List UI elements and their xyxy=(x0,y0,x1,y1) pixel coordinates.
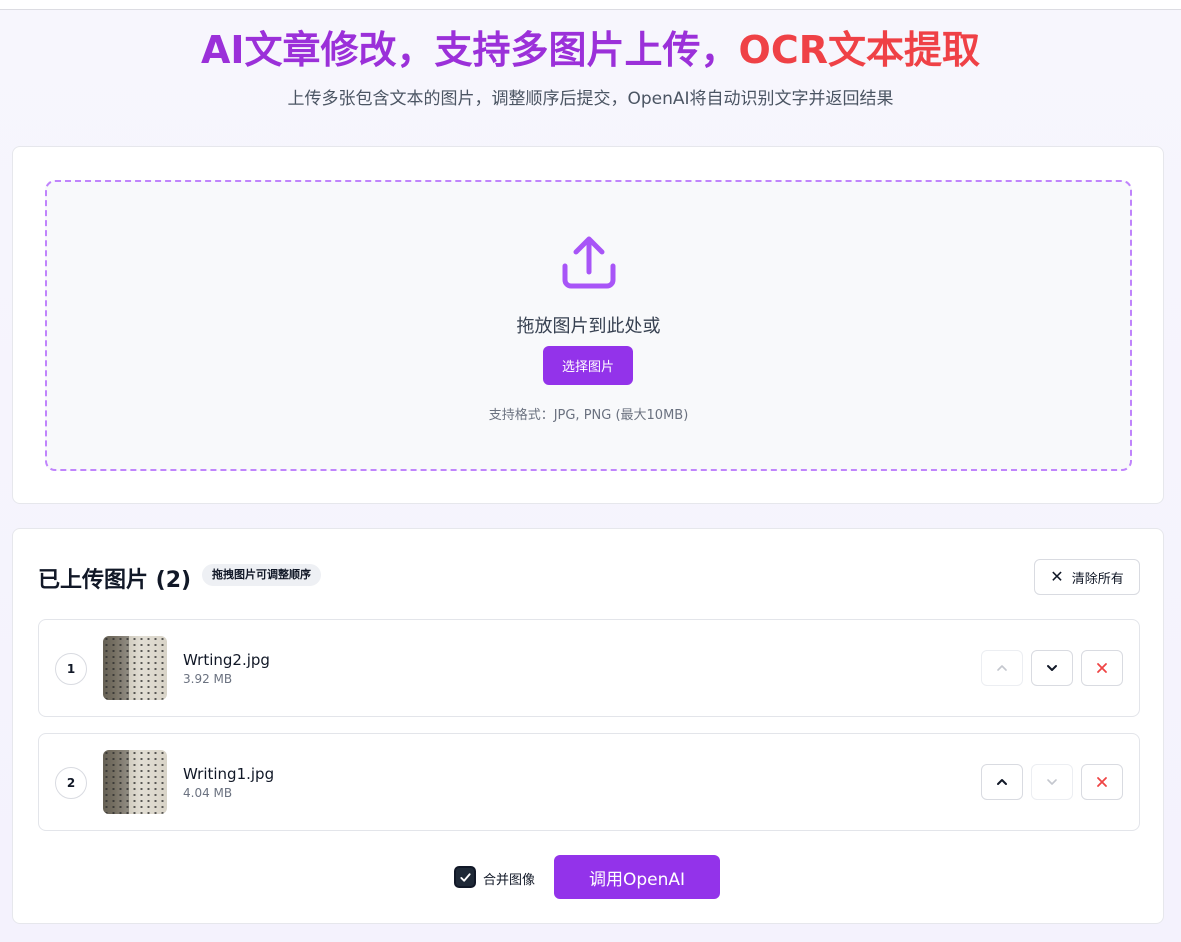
upload-card: 拖放图片到此处或 选择图片 支持格式：JPG, PNG (最大10MB) xyxy=(12,146,1164,504)
move-down-button[interactable] xyxy=(1031,650,1073,686)
chevron-up-icon xyxy=(997,779,1007,785)
browser-top-edge xyxy=(0,0,1181,10)
delete-button[interactable] xyxy=(1081,764,1123,800)
supported-formats-text: 支持格式：JPG, PNG (最大10MB) xyxy=(488,408,689,423)
choose-image-button[interactable]: 选择图片 xyxy=(543,346,633,385)
chevron-down-icon xyxy=(1047,779,1057,785)
image-thumbnail xyxy=(103,750,167,814)
checkmark-icon xyxy=(459,872,471,882)
file-name: Writing1.jpg xyxy=(183,765,275,783)
move-up-button[interactable] xyxy=(981,764,1023,800)
page-title-ocr: OCR文本提取 xyxy=(738,28,980,72)
chevron-up-icon xyxy=(997,665,1007,671)
delete-button[interactable] xyxy=(1081,650,1123,686)
chevron-down-icon xyxy=(1047,665,1057,671)
file-name: Wrting2.jpg xyxy=(183,651,270,669)
uploaded-images-card: 已上传图片 (2) 拖拽图片可调整顺序 ✕ 清除所有 1 Wrting2.jpg… xyxy=(12,528,1164,924)
move-up-button[interactable] xyxy=(981,650,1023,686)
merge-images-label[interactable]: 合并图像 xyxy=(483,869,535,888)
page-header: AI文章修改，支持多图片上传，OCR文本提取 上传多张包含文本的图片，调整顺序后… xyxy=(0,22,1181,111)
file-size: 4.04 MB xyxy=(183,786,233,800)
drag-hint-badge: 拖拽图片可调整顺序 xyxy=(202,564,321,586)
upload-icon xyxy=(562,236,616,289)
file-size: 3.92 MB xyxy=(183,672,233,686)
close-icon xyxy=(1097,663,1107,673)
clear-all-button[interactable]: ✕ 清除所有 xyxy=(1034,559,1140,595)
move-down-button[interactable] xyxy=(1031,764,1073,800)
close-icon: ✕ xyxy=(1050,567,1064,586)
page-title: AI文章修改，支持多图片上传，OCR文本提取 xyxy=(0,22,1181,78)
dropzone-text: 拖放图片到此处或 xyxy=(516,316,661,337)
list-item[interactable]: 2 Writing1.jpg 4.04 MB xyxy=(38,733,1140,831)
clear-all-label: 清除所有 xyxy=(1071,571,1124,587)
item-index: 1 xyxy=(55,653,87,685)
image-thumbnail xyxy=(103,636,167,700)
merge-images-checkbox[interactable] xyxy=(454,866,476,888)
page-title-main: AI文章修改，支持多图片上传， xyxy=(200,28,739,72)
uploaded-images-title: 已上传图片 (2) xyxy=(38,568,192,593)
page-subtitle: 上传多张包含文本的图片，调整顺序后提交，OpenAI将自动识别文字并返回结果 xyxy=(287,89,894,109)
upload-dropzone[interactable]: 拖放图片到此处或 选择图片 支持格式：JPG, PNG (最大10MB) xyxy=(45,180,1132,471)
list-item[interactable]: 1 Wrting2.jpg 3.92 MB xyxy=(38,619,1140,717)
close-icon xyxy=(1097,777,1107,787)
call-openai-button[interactable]: 调用OpenAI xyxy=(554,855,720,899)
item-index: 2 xyxy=(55,767,87,799)
